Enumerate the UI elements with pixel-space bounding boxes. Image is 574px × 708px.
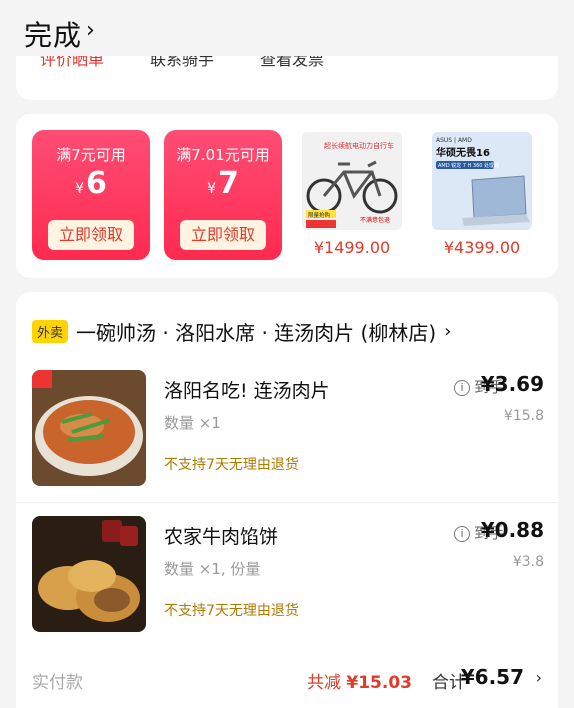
product-ebike[interactable]: 超长续航电动力自行车 限量抢购 不满意包退 ¥1499.00 bbox=[302, 132, 402, 257]
chevron-right-icon[interactable]: › bbox=[86, 18, 95, 43]
order-actions-card: 评价晒单 联系骑手 查看发票 bbox=[16, 56, 558, 100]
page-title[interactable]: 完成 bbox=[24, 14, 82, 54]
refund-policy: 不支持7天无理由退货 bbox=[164, 457, 299, 473]
svg-text:限量抢购: 限量抢购 bbox=[308, 211, 331, 219]
coupon-card[interactable]: 满7.01元可用 ¥7 立即领取 bbox=[164, 130, 282, 260]
shop-header[interactable]: 外卖 一碗帅汤 · 洛阳水席 · 连汤肉片 (柳林店) › bbox=[32, 318, 452, 345]
order-card: 外卖 一碗帅汤 · 洛阳水席 · 连汤肉片 (柳林店) › 洛阳名吃! 连汤肉片… bbox=[16, 292, 558, 708]
info-icon[interactable]: i bbox=[453, 380, 470, 396]
coupon-condition: 满7元可用 bbox=[56, 146, 126, 164]
payment-summary[interactable]: 实付款 共减 ¥15.03 合计 ¥6.57 › bbox=[32, 665, 542, 694]
actual-payment-label: 实付款 bbox=[32, 673, 83, 693]
svg-text:ASUS | AMD: ASUS | AMD bbox=[436, 137, 472, 144]
tab-review[interactable]: 评价晒单 bbox=[40, 56, 104, 70]
item-paid-price: ¥0.88 bbox=[480, 518, 544, 542]
shop-name: 一碗帅汤 · 洛阳水席 · 连汤肉片 (柳林店) bbox=[76, 320, 437, 345]
svg-text:不满意包退: 不满意包退 bbox=[360, 216, 390, 224]
product-price: ¥4399.00 bbox=[443, 238, 521, 257]
recommend-card: 满7元可用 ¥6 立即领取 满7.01元可用 ¥7 立即领取 超长续航电动力自行… bbox=[16, 114, 558, 278]
product-price: ¥1499.00 bbox=[313, 238, 391, 257]
divider bbox=[16, 502, 558, 503]
coupon-amount: ¥6 bbox=[75, 166, 107, 201]
chevron-right-icon[interactable]: › bbox=[536, 668, 542, 687]
total-amount: ¥6.57 bbox=[460, 665, 524, 689]
item-paid-price: ¥3.69 bbox=[480, 372, 544, 396]
svg-text:超长续航电动力自行车: 超长续航电动力自行车 bbox=[324, 141, 394, 150]
laptop-image: ASUS | AMD 华硕无畏16 AMD 锐龙 7 H 360 处理器 bbox=[432, 132, 532, 230]
chevron-right-icon: › bbox=[444, 320, 452, 342]
info-icon[interactable]: i bbox=[453, 526, 470, 542]
item-quantity: 数量 ×1 bbox=[164, 414, 221, 432]
item-quantity: 数量 ×1, 份量 bbox=[164, 560, 261, 578]
tab-invoice[interactable]: 查看发票 bbox=[260, 56, 324, 70]
svg-text:华硕无畏16: 华硕无畏16 bbox=[436, 146, 490, 159]
claim-button[interactable]: 立即领取 bbox=[48, 220, 134, 250]
food-image-pie bbox=[32, 516, 146, 632]
product-laptop[interactable]: ASUS | AMD 华硕无畏16 AMD 锐龙 7 H 360 处理器 ¥43… bbox=[432, 132, 532, 257]
item-name: 洛阳名吃! 连汤肉片 bbox=[164, 380, 330, 402]
coupon-condition: 满7.01元可用 bbox=[176, 146, 270, 164]
svg-text:AMD 锐龙 7 H 360 处理器: AMD 锐龙 7 H 360 处理器 bbox=[438, 162, 499, 169]
tab-contact-rider[interactable]: 联系骑手 bbox=[150, 56, 214, 70]
refund-policy: 不支持7天无理由退货 bbox=[164, 603, 299, 619]
item-original-price: ¥3.8 bbox=[512, 554, 544, 570]
food-image-soup bbox=[32, 370, 146, 486]
item-original-price: ¥15.8 bbox=[503, 408, 544, 424]
takeout-badge: 外卖 bbox=[32, 319, 69, 343]
order-item[interactable]: 农家牛肉馅饼 数量 ×1, 份量 不支持7天无理由退货 i 到手 ¥0.88 ¥3… bbox=[16, 516, 558, 656]
order-item[interactable]: 洛阳名吃! 连汤肉片 数量 ×1 不支持7天无理由退货 i 到手 ¥3.69 ¥1… bbox=[16, 370, 558, 510]
coupon-card[interactable]: 满7元可用 ¥6 立即领取 bbox=[32, 130, 150, 260]
ebike-image: 超长续航电动力自行车 限量抢购 不满意包退 bbox=[302, 132, 402, 230]
total-discount: 共减 ¥15.03 bbox=[306, 673, 412, 693]
coupon-amount: ¥7 bbox=[207, 166, 239, 201]
claim-button[interactable]: 立即领取 bbox=[180, 220, 266, 250]
item-name: 农家牛肉馅饼 bbox=[164, 526, 279, 548]
